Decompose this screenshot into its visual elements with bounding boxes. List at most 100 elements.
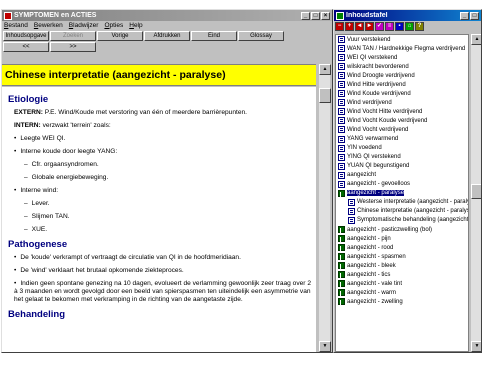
scroll-up-icon[interactable]: ▲ <box>471 34 481 45</box>
tree-item[interactable]: YIN voedend <box>336 144 468 153</box>
menu-opties[interactable]: Opties <box>104 22 123 29</box>
tree-item[interactable]: aangezicht - rood <box>336 243 468 252</box>
intern-text: verzwakt 'terrein' zoals: <box>40 122 111 129</box>
book-icon <box>338 298 345 306</box>
menu-bewerken[interactable]: Bewerken <box>34 22 63 29</box>
minimize-icon[interactable]: _ <box>301 11 310 20</box>
close-icon[interactable]: × <box>321 11 330 20</box>
scroll-up-icon[interactable]: ▲ <box>319 64 331 75</box>
arrow-left-icon[interactable]: ◄ <box>355 22 364 31</box>
tree-item[interactable]: YUAN QI begunstigend <box>336 162 468 171</box>
page-icon <box>338 171 345 179</box>
tree-item[interactable]: aangezicht - zwelling <box>336 297 468 306</box>
print-button[interactable]: Afdrukken <box>144 31 190 41</box>
scroll-down-icon[interactable]: ▼ <box>319 341 331 352</box>
list-item: Lever. <box>8 200 312 208</box>
tree-item-label: aangezicht - paralyse <box>347 190 405 197</box>
app-icon[interactable] <box>4 11 12 20</box>
search-button: Zoeken <box>50 31 96 41</box>
tree-item[interactable]: aangezicht - pasticzwelling (bol) <box>336 225 468 234</box>
tree-item-label: Wind Koude verdrijvend <box>347 90 411 97</box>
tree-item[interactable]: aangezicht - bleek <box>336 261 468 270</box>
tree-item[interactable]: Wind verdrijvend <box>336 98 468 107</box>
tree-item[interactable]: aangezicht - paralyse <box>336 189 468 198</box>
maximize-icon[interactable]: □ <box>470 11 479 20</box>
print-icon[interactable]: ▪ <box>395 22 404 31</box>
tree-item[interactable]: WEI QI verstekend <box>336 53 468 62</box>
arrow-right-icon[interactable]: ► <box>365 22 374 31</box>
tree-item[interactable]: YING QI verstekend <box>336 153 468 162</box>
page-icon <box>338 90 345 98</box>
tree-item[interactable]: Wind Hitte verdrijvend <box>336 80 468 89</box>
book-icon <box>338 271 345 279</box>
intern-label: INTERN: <box>14 122 41 129</box>
tree-item[interactable]: Symptomatische behandeling (aangezicht <box>336 216 468 225</box>
tree-item-label: aangezicht - zwelling <box>347 298 403 305</box>
tree-item[interactable]: Wind Vocht Hitte verdrijvend <box>336 107 468 116</box>
list-item: De 'koude' verkrampt of vertraagt de cir… <box>8 254 312 262</box>
tree-item-label: Wind Vocht Koude verdrijvend <box>347 117 428 124</box>
tree-item-label: Westerse interpretatie (aangezicht - par… <box>357 199 469 206</box>
scroll-down-icon[interactable]: ▼ <box>471 341 481 352</box>
page-icon <box>338 99 345 107</box>
tree-item-label: Wind Vocht verdrijvend <box>347 126 409 133</box>
contents-window-titlebar[interactable]: Inhoudstafel _ □ <box>334 10 481 21</box>
tree-item[interactable]: YANG verwarmend <box>336 135 468 144</box>
tree-item-label: aangezicht - spasmen <box>347 253 406 260</box>
menu-bar: Bestand Bewerken Bladwijzer Opties Help <box>2 21 332 30</box>
help-icon[interactable]: ? <box>415 22 424 31</box>
browse-back-button[interactable]: << <box>3 42 49 52</box>
tree-item[interactable]: aangezicht - vale tint <box>336 279 468 288</box>
topic-content: Etiologie EXTERN: P.E. Wind/Koude met ve… <box>2 87 316 352</box>
minimize-icon[interactable]: _ <box>460 11 469 20</box>
page-icon <box>338 153 345 161</box>
tree-item[interactable]: Wind Vocht verdrijvend <box>336 125 468 134</box>
book-icon <box>338 235 345 243</box>
extern-label: EXTERN: <box>14 109 43 116</box>
bookmark-list-icon[interactable]: ≡ <box>385 22 394 31</box>
end-button[interactable]: Eind <box>191 31 237 41</box>
section-heading-behandeling: Behandeling <box>8 309 66 320</box>
menu-bestand[interactable]: Bestand <box>4 22 28 29</box>
scroll-thumb[interactable] <box>471 184 481 199</box>
tree-item[interactable]: aangezicht - tics <box>336 270 468 279</box>
topic-scrollbar[interactable]: ▲ ▼ <box>318 64 331 352</box>
tree-item-label: aangezicht - gevoelloos <box>347 181 411 188</box>
glossary-button[interactable]: Glossay <box>238 31 284 41</box>
tree-item[interactable]: aangezicht - warm <box>336 288 468 297</box>
tree-item[interactable]: Westerse interpretatie (aangezicht - par… <box>336 198 468 207</box>
tree-item-label: YIN voedend <box>347 145 382 152</box>
list-item: XUE. <box>8 226 312 234</box>
list-item: Globale energiebeweging. <box>8 174 312 182</box>
tree-item[interactable]: Wind Koude verdrijvend <box>336 89 468 98</box>
page-icon <box>348 216 355 224</box>
tree-item[interactable]: Wind Vocht Koude verdrijvend <box>336 116 468 125</box>
tree-item-label: aangezicht - warm <box>347 289 397 296</box>
help-window: SYMPTOMEN en ACTIES _ □ × Bestand Bewerk… <box>1 9 333 353</box>
tree-item-label: aangezicht - tics <box>347 271 391 278</box>
scroll-thumb[interactable] <box>319 88 331 103</box>
tree-item[interactable]: aangezicht - pijn <box>336 234 468 243</box>
tree-item[interactable]: aangezicht - gevoelloos <box>336 180 468 189</box>
tree-item[interactable]: Chinese interpretatie (aangezicht - para… <box>336 207 468 216</box>
expand-icon[interactable]: + <box>345 22 354 31</box>
browse-forward-button[interactable]: >> <box>50 42 96 52</box>
tree-item[interactable]: WAN TAN / Hardnekkige Flegma verdrijvend <box>336 44 468 53</box>
contents-scrollbar[interactable]: ▲ ▼ <box>470 34 481 352</box>
tree-item-label: aangezicht - pasticzwelling (bol) <box>347 226 433 233</box>
back-button[interactable]: Vorige <box>97 31 143 41</box>
home-icon[interactable]: ⌂ <box>405 22 414 31</box>
menu-help[interactable]: Help <box>129 22 142 29</box>
contents-button[interactable]: Inhoudsopgave <box>3 31 49 41</box>
tree-item[interactable]: aangezicht <box>336 171 468 180</box>
collapse-icon[interactable]: − <box>335 22 344 31</box>
tree-item-label: Wind Vocht Hitte verdrijvend <box>347 108 423 115</box>
tree-item[interactable]: Vuur verstekend <box>336 35 468 44</box>
help-window-titlebar[interactable]: SYMPTOMEN en ACTIES _ □ × <box>2 10 332 21</box>
tree-item[interactable]: aangezicht - spasmen <box>336 252 468 261</box>
tree-item[interactable]: wilskracht bevorderend <box>336 62 468 71</box>
maximize-icon[interactable]: □ <box>311 11 320 20</box>
menu-bladwijzer[interactable]: Bladwijzer <box>69 22 99 29</box>
tree-item[interactable]: Wind Droogte verdrijvend <box>336 71 468 80</box>
bookmark-icon[interactable]: ✓ <box>375 22 384 31</box>
